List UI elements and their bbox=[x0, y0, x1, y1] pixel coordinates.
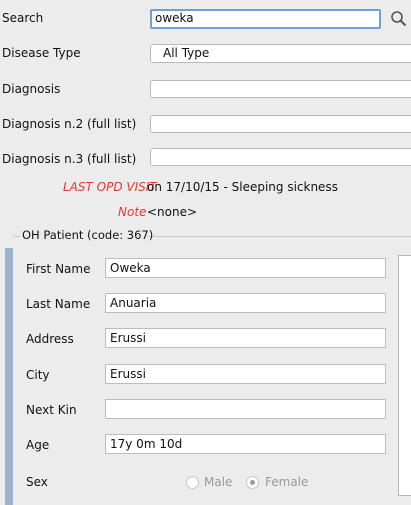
sex-label: Sex bbox=[26, 475, 48, 489]
address-field[interactable]: Erussi bbox=[105, 328, 386, 348]
address-label: Address bbox=[26, 332, 74, 346]
last-name-label: Last Name bbox=[26, 297, 91, 311]
female-label: Female bbox=[265, 475, 309, 489]
last-visit-label: LAST OPD VISIT bbox=[63, 180, 157, 194]
last-name-field[interactable]: Anuaria bbox=[105, 293, 386, 313]
diagnosis3-select[interactable] bbox=[150, 148, 411, 166]
photo-box bbox=[398, 255, 411, 496]
female-radio[interactable] bbox=[246, 476, 259, 489]
diagnosis3-label: Diagnosis n.3 (full list) bbox=[2, 152, 137, 166]
age-field[interactable]: 17y 0m 10d bbox=[105, 434, 386, 454]
male-radio[interactable] bbox=[186, 476, 199, 489]
side-bar bbox=[5, 248, 13, 505]
male-label: Male bbox=[204, 475, 233, 489]
search-label: Search bbox=[2, 11, 44, 25]
search-icon[interactable] bbox=[390, 10, 408, 28]
city-label: City bbox=[26, 368, 50, 382]
diagnosis2-select[interactable] bbox=[150, 115, 411, 133]
diagnosis-select[interactable] bbox=[150, 80, 411, 98]
first-name-label: First Name bbox=[26, 262, 91, 276]
diagnosis2-label: Diagnosis n.2 (full list) bbox=[2, 117, 137, 131]
panel-border-top bbox=[147, 236, 411, 237]
note-value: <none> bbox=[147, 205, 198, 219]
disease-type-select[interactable]: All Type bbox=[150, 44, 411, 63]
disease-type-label: Disease Type bbox=[2, 46, 81, 60]
panel-border-left-top bbox=[13, 236, 20, 237]
next-kin-label: Next Kin bbox=[26, 403, 77, 417]
first-name-field[interactable]: Oweka bbox=[105, 258, 386, 278]
city-field[interactable]: Erussi bbox=[105, 364, 386, 384]
note-label: Note bbox=[118, 205, 147, 219]
next-kin-field[interactable] bbox=[105, 399, 386, 419]
age-label: Age bbox=[26, 438, 50, 452]
search-input[interactable]: oweka bbox=[150, 9, 381, 29]
last-visit-value: on 17/10/15 - Sleeping sickness bbox=[147, 180, 338, 194]
diagnosis-label: Diagnosis bbox=[2, 82, 61, 96]
patient-panel-title: OH Patient (code: 367) bbox=[22, 228, 154, 242]
